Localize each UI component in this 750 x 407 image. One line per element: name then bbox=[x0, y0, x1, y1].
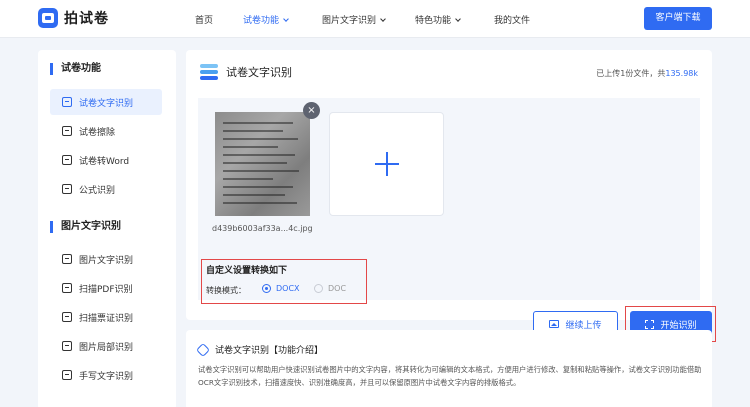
upload-summary-size: 135.98k bbox=[665, 69, 698, 78]
sidebar-item-exam-to-word[interactable]: 试卷转Word bbox=[50, 147, 162, 173]
radio-doc-label: DOC bbox=[328, 284, 347, 293]
nav-home[interactable]: 首页 bbox=[195, 13, 213, 26]
sidebar: 试卷功能 试卷文字识别 试卷擦除 试卷转Word 公式识别 图片文字识别 图片文… bbox=[38, 50, 176, 407]
feature-icon bbox=[195, 342, 211, 357]
radio-unselected-icon bbox=[314, 284, 323, 293]
upload-area: × d439b6003af33a...4c.jpg 自定义设置转换如下 转换模式… bbox=[198, 98, 716, 342]
mode-label: 转换模式： bbox=[206, 286, 246, 295]
upload-summary-text: 已上传1份文件，共 bbox=[596, 69, 666, 78]
nav-image-ocr-label: 图片文字识别 bbox=[322, 16, 377, 26]
crop-icon bbox=[62, 341, 72, 351]
nav-image-ocr[interactable]: 图片文字识别 bbox=[322, 13, 386, 26]
sidebar-item-formula-ocr[interactable]: 公式识别 bbox=[50, 176, 162, 202]
continue-upload-label: 继续上传 bbox=[565, 320, 602, 331]
sidebar-section-exam: 试卷功能 bbox=[50, 63, 101, 75]
nav-exam-features[interactable]: 试卷功能 bbox=[243, 13, 289, 26]
sidebar-item-exam-erase[interactable]: 试卷擦除 bbox=[50, 118, 162, 144]
sidebar-item-label: 试卷文字识别 bbox=[79, 98, 134, 109]
upload-summary: 已上传1份文件，共135.98k bbox=[596, 68, 698, 79]
sidebar-item-exam-ocr[interactable]: 试卷文字识别 bbox=[50, 89, 162, 115]
logo-text: 拍试卷 bbox=[64, 11, 109, 27]
intro-text: 试卷文字识别可以帮助用户快速识别试卷图片中的文字内容，将其转化为可编辑的文本格式… bbox=[198, 365, 702, 387]
scan-icon bbox=[645, 319, 655, 329]
top-header: 拍试卷 首页 试卷功能 图片文字识别 特色功能 我的文件 客户端下载 bbox=[0, 0, 750, 38]
logo[interactable]: 拍试卷 bbox=[38, 8, 109, 28]
sidebar-item-image-partial[interactable]: 图片局部识别 bbox=[50, 333, 162, 359]
eraser-icon bbox=[62, 126, 72, 136]
intro-title: 试卷文字识别【功能介绍】 bbox=[195, 342, 324, 357]
radio-selected-icon bbox=[262, 284, 271, 293]
sidebar-item-label: 试卷擦除 bbox=[79, 127, 116, 138]
stacked-layers-icon bbox=[200, 64, 218, 80]
chevron-down-icon bbox=[380, 16, 386, 22]
sidebar-item-image-ocr[interactable]: 图片文字识别 bbox=[50, 246, 162, 272]
formula-icon bbox=[62, 184, 72, 194]
add-image-button[interactable] bbox=[329, 112, 444, 216]
sidebar-item-scan-pdf[interactable]: 扫描PDF识别 bbox=[50, 275, 162, 301]
chevron-down-icon bbox=[455, 16, 461, 22]
nav-special-features-label: 特色功能 bbox=[415, 16, 452, 26]
remove-image-button[interactable]: × bbox=[303, 102, 320, 119]
client-download-button[interactable]: 客户端下载 bbox=[644, 7, 712, 30]
scan-text-icon bbox=[62, 97, 72, 107]
nav-home-label: 首页 bbox=[195, 16, 214, 26]
page-title-text: 试卷文字识别 bbox=[226, 66, 292, 79]
chevron-down-icon bbox=[283, 16, 289, 22]
pdf-icon bbox=[62, 283, 72, 293]
image-text-icon bbox=[62, 254, 72, 264]
conversion-settings: 自定义设置转换如下 转换模式： DOCX DOC bbox=[201, 259, 367, 304]
feature-intro: 试卷文字识别【功能介绍】 试卷文字识别可以帮助用户快速识别试卷图片中的文字内容，… bbox=[186, 330, 712, 407]
radio-docx-label: DOCX bbox=[276, 284, 300, 293]
pen-icon bbox=[62, 370, 72, 380]
radio-docx[interactable]: DOCX bbox=[262, 284, 300, 293]
settings-title: 自定义设置转换如下 bbox=[206, 266, 288, 276]
sidebar-section-image-ocr: 图片文字识别 bbox=[50, 221, 121, 233]
image-icon bbox=[549, 320, 560, 328]
sidebar-item-label: 扫描票证识别 bbox=[79, 313, 134, 324]
main-panel: 试卷文字识别 已上传1份文件，共135.98k × d439b6003af33a… bbox=[186, 50, 716, 342]
sidebar-item-label: 公式识别 bbox=[79, 185, 116, 196]
sidebar-item-label: 手写文字识别 bbox=[79, 371, 134, 382]
intro-title-text: 试卷文字识别【功能介绍】 bbox=[215, 346, 324, 356]
sidebar-item-label: 扫描PDF识别 bbox=[79, 284, 133, 295]
start-recognition-label: 开始识别 bbox=[660, 320, 697, 331]
sidebar-item-handwriting[interactable]: 手写文字识别 bbox=[50, 362, 162, 388]
logo-icon bbox=[38, 8, 58, 28]
sidebar-item-label: 试卷转Word bbox=[79, 156, 130, 167]
sidebar-item-scan-ticket[interactable]: 扫描票证识别 bbox=[50, 304, 162, 330]
ticket-icon bbox=[62, 312, 72, 322]
nav-special-features[interactable]: 特色功能 bbox=[415, 13, 461, 26]
page-title: 试卷文字识别 bbox=[200, 64, 292, 80]
uploaded-image-thumbnail[interactable] bbox=[215, 112, 310, 216]
radio-doc[interactable]: DOC bbox=[314, 284, 346, 293]
file-name: d439b6003af33a...4c.jpg bbox=[212, 224, 313, 233]
sidebar-item-label: 图片局部识别 bbox=[79, 342, 134, 353]
nav-exam-features-label: 试卷功能 bbox=[243, 16, 280, 26]
nav-my-files[interactable]: 我的文件 bbox=[494, 13, 530, 26]
sidebar-item-label: 图片文字识别 bbox=[79, 255, 134, 266]
nav-my-files-label: 我的文件 bbox=[494, 16, 531, 26]
word-doc-icon bbox=[62, 155, 72, 165]
